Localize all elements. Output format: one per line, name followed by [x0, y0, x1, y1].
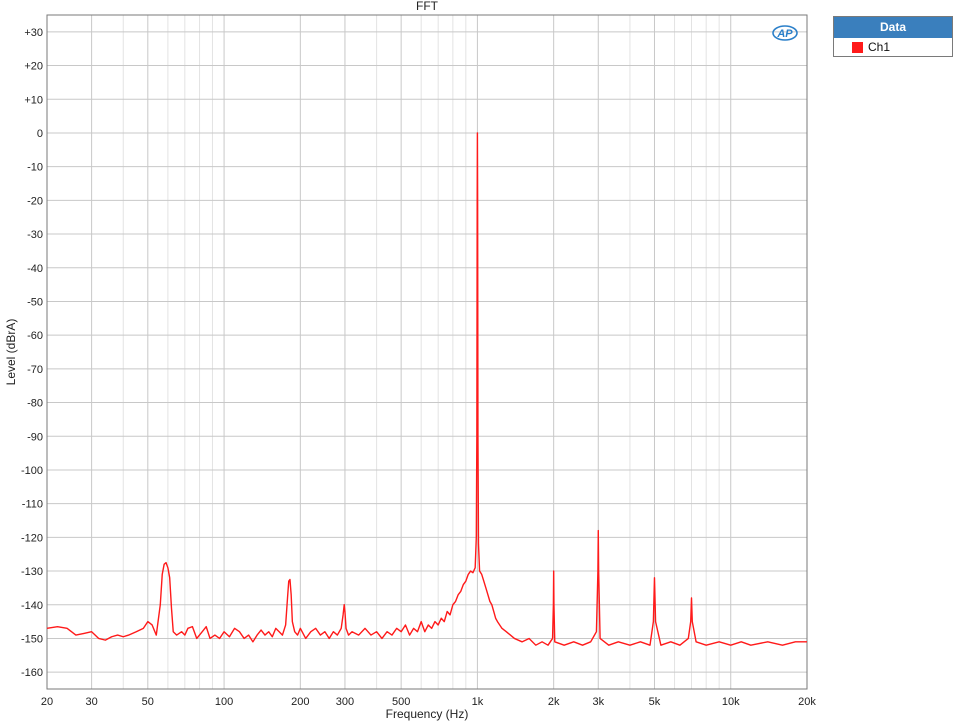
y-tick-label: -60: [27, 330, 43, 342]
x-tick-label: 3k: [592, 696, 604, 708]
y-tick-label: -150: [21, 633, 43, 645]
y-tick-label: -30: [27, 229, 43, 241]
y-tick-label: +10: [24, 94, 43, 106]
y-tick-label: -80: [27, 398, 43, 410]
y-axis-title: Level (dBrA): [4, 319, 18, 386]
y-tick-label: -160: [21, 667, 43, 679]
x-axis-title: Frequency (Hz): [386, 707, 469, 721]
x-tick-label: 5k: [649, 696, 661, 708]
x-tick-label: 20k: [798, 696, 816, 708]
minor-grid: [122, 15, 720, 689]
y-tick-label: 0: [37, 128, 43, 140]
y-tick-label: +20: [24, 61, 43, 73]
y-tick-label: -40: [27, 263, 43, 275]
x-tick-label: 2k: [548, 696, 560, 708]
y-tick-label: -10: [27, 162, 43, 174]
x-tick-label: 30: [85, 696, 97, 708]
y-tick-label: -110: [22, 499, 43, 511]
y-tick-label: -70: [27, 364, 43, 376]
fft-chart: FFT +30 +20 +10 0 -10 -20 -30 -40 -50 -60 -70 -80 -9…: [4, 0, 816, 721]
y-tick-label: -20: [27, 195, 43, 207]
y-tick-label: -90: [27, 431, 43, 443]
series-line-ch1: [46, 132, 807, 646]
legend-swatch: [852, 41, 863, 53]
legend-title: Data: [834, 17, 952, 38]
y-tick-label: -50: [27, 296, 43, 308]
y-axis-ticks: +30 +20 +10 0 -10 -20 -30 -40 -50 -60 -70 -80 -90 -10…: [21, 27, 43, 679]
legend-item-ch1[interactable]: Ch1: [834, 38, 952, 56]
legend-label: Ch1: [868, 40, 891, 54]
series-layer: [46, 132, 807, 646]
x-tick-label: 10k: [722, 696, 740, 708]
chart-title: FFT: [416, 0, 439, 13]
y-tick-label: -100: [21, 465, 43, 477]
x-tick-label: 200: [291, 696, 309, 708]
x-tick-label: 300: [336, 696, 354, 708]
x-tick-label: 100: [215, 696, 233, 708]
x-tick-label: 1k: [472, 696, 484, 708]
y-tick-label: -140: [21, 600, 43, 612]
y-tick-label: -130: [21, 566, 43, 578]
x-tick-label: 50: [142, 696, 154, 708]
y-tick-label: +30: [24, 27, 43, 39]
x-tick-label: 20: [41, 696, 53, 708]
y-tick-label: -120: [21, 532, 43, 544]
svg-text:AP: AP: [776, 28, 793, 40]
ap-logo-icon: AP: [772, 25, 798, 41]
legend: Data Ch1: [833, 16, 953, 57]
